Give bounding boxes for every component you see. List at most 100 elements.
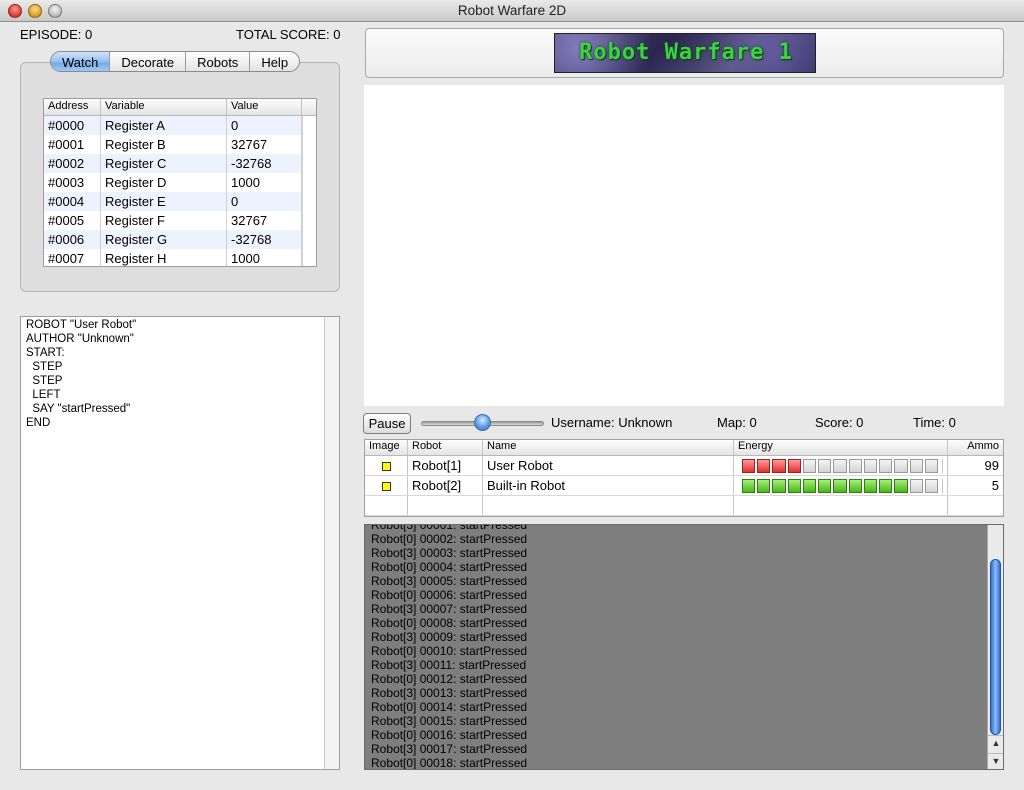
variable-cell: Register F	[101, 211, 227, 230]
energy-segment	[833, 479, 847, 493]
logo-text: Robot Warfare 1	[579, 40, 793, 65]
column-ammo[interactable]: Ammo	[948, 440, 1003, 455]
address-cell: #0001	[44, 135, 101, 154]
table-row[interactable]: #0007 Register H 1000	[44, 249, 316, 266]
energy-segment	[848, 479, 862, 493]
energy-segment	[924, 479, 939, 493]
watch-table-scrollbar[interactable]	[302, 116, 316, 266]
log-line: Robot[0] 00016: startPressed	[371, 728, 528, 742]
log-line: Robot[0] 00002: startPressed	[371, 532, 528, 546]
variable-cell: Register G	[101, 230, 227, 249]
energy-cell	[734, 476, 948, 495]
robot-icon	[382, 482, 391, 491]
log-line: Robot[3] 00017: startPressed	[371, 742, 528, 756]
robot-cell: Robot[2]	[408, 476, 483, 495]
address-cell: #0007	[44, 249, 101, 266]
battle-arena[interactable]	[364, 85, 1004, 406]
energy-bar	[738, 459, 943, 473]
column-address[interactable]: Address	[44, 99, 101, 115]
table-row[interactable]: Robot[1] User Robot 99	[365, 456, 1003, 476]
robots-table[interactable]: Image Robot Name Energy Ammo Robot[1] Use…	[364, 439, 1004, 517]
log-scroll-thumb[interactable]	[990, 559, 1001, 735]
scroll-down-arrow-icon[interactable]: ▼	[988, 753, 1003, 767]
energy-segment	[909, 479, 923, 493]
value-cell: 0	[227, 116, 302, 135]
column-value[interactable]: Value	[227, 99, 302, 115]
table-row[interactable]: #0006 Register G -32768	[44, 230, 316, 249]
tab-bar: Watch Decorate Robots Help	[50, 51, 301, 72]
tab-robots[interactable]: Robots	[186, 52, 251, 71]
ammo-cell: 99	[984, 458, 999, 473]
table-row[interactable]: #0004 Register E0	[44, 192, 316, 211]
tab-watch[interactable]: Watch	[51, 52, 111, 71]
variable-cell: Register B	[101, 135, 227, 154]
app-window: Robot Warfare 2D EPISODE: 0 TOTAL SCORE:…	[0, 0, 1024, 790]
table-row[interactable]: #0002 Register C -32768	[44, 154, 316, 173]
watch-table-body: #0000 Register A 0 #0001 Register B 32767 #000…	[44, 116, 316, 266]
code-editor-scrollbar[interactable]	[324, 317, 339, 769]
energy-segment	[863, 479, 878, 493]
watch-table-header: Address Variable Value	[44, 99, 316, 116]
energy-segment	[909, 459, 923, 473]
column-variable[interactable]: Variable	[101, 99, 227, 115]
table-row[interactable]: #0000 Register A0	[44, 116, 316, 135]
name-cell: Built-in Robot	[483, 476, 734, 495]
log-line: Robot[0] 00018: startPressed	[371, 756, 528, 770]
address-cell: #0004	[44, 192, 101, 211]
message-log[interactable]: Robot[3] 00001: startPressed Robot[0] 000…	[364, 524, 1004, 770]
title-bar: Robot Warfare 2D	[0, 0, 1024, 22]
variable-cell: Register H	[101, 249, 227, 266]
variable-cell: Register A	[101, 116, 227, 135]
energy-segment	[894, 459, 908, 473]
log-line: Robot[3] 00005: startPressed	[371, 574, 528, 588]
energy-segment	[757, 459, 771, 473]
robot-cell: Robot[1]	[408, 456, 483, 475]
column-energy[interactable]: Energy	[734, 440, 948, 455]
variable-cell: Register D	[101, 173, 227, 192]
energy-cell	[734, 456, 948, 475]
value-cell: -32768	[227, 154, 302, 173]
energy-segment	[818, 479, 832, 493]
total-score-label: TOTAL SCORE: 0	[236, 27, 341, 42]
energy-segment	[772, 459, 786, 473]
energy-segment	[742, 459, 756, 473]
log-scrollbar[interactable]: ▲ ▼	[987, 525, 1003, 769]
energy-segment	[894, 479, 908, 493]
scroll-up-arrow-icon[interactable]: ▲	[988, 735, 1003, 749]
episode-label: EPISODE: 0	[20, 27, 93, 42]
pause-button[interactable]: Pause	[363, 413, 411, 434]
energy-segment	[787, 479, 801, 493]
energy-segment	[818, 459, 832, 473]
speed-slider-knob[interactable]	[474, 414, 491, 431]
energy-bar	[738, 479, 943, 493]
value-cell: 0	[227, 192, 302, 211]
log-line: Robot[3] 00009: startPressed	[371, 630, 528, 644]
log-line: Robot[0] 00012: startPressed	[371, 672, 528, 686]
table-row[interactable]: #0005 Register F 32767	[44, 211, 316, 230]
table-row[interactable]: Robot[2] Built-in Robot 5	[365, 476, 1003, 496]
log-line: Robot[3] 00011: startPressed	[371, 658, 527, 672]
robots-table-body: Robot[1] User Robot 99 Robot[2] Built-in Rob…	[365, 456, 1003, 496]
map-label: Map: 0	[717, 415, 757, 430]
log-line: Robot[0] 00014: startPressed	[371, 700, 528, 714]
log-line: Robot[0] 00008: startPressed	[371, 616, 528, 630]
tab-decorate[interactable]: Decorate	[110, 52, 187, 71]
log-line: Robot[0] 00006: startPressed	[371, 588, 528, 602]
address-cell: #0002	[44, 154, 101, 173]
ammo-cell: 5	[991, 478, 999, 493]
energy-segment	[863, 459, 878, 473]
table-row[interactable]: #0003 Register D 1000	[44, 173, 316, 192]
tab-help[interactable]: Help	[250, 52, 299, 71]
energy-segment	[802, 459, 817, 473]
value-cell: 32767	[227, 135, 302, 154]
code-text[interactable]: ROBOT "User Robot" AUTHOR "Unknown" STAR…	[26, 318, 136, 430]
column-image[interactable]: Image	[365, 440, 408, 455]
watch-table[interactable]: Address Variable Value #0000 Register A 0 #…	[43, 98, 317, 267]
column-robot[interactable]: Robot	[408, 440, 483, 455]
column-name[interactable]: Name	[483, 440, 734, 455]
log-line: Robot[3] 00015: startPressed	[371, 714, 528, 728]
log-line: Robot[3] 00003: startPressed	[371, 546, 528, 560]
code-editor[interactable]: ROBOT "User Robot" AUTHOR "Unknown" STAR…	[20, 316, 340, 770]
table-row[interactable]: #0001 Register B 32767	[44, 135, 316, 154]
robot-warfare-logo: Robot Warfare 1	[554, 33, 816, 73]
